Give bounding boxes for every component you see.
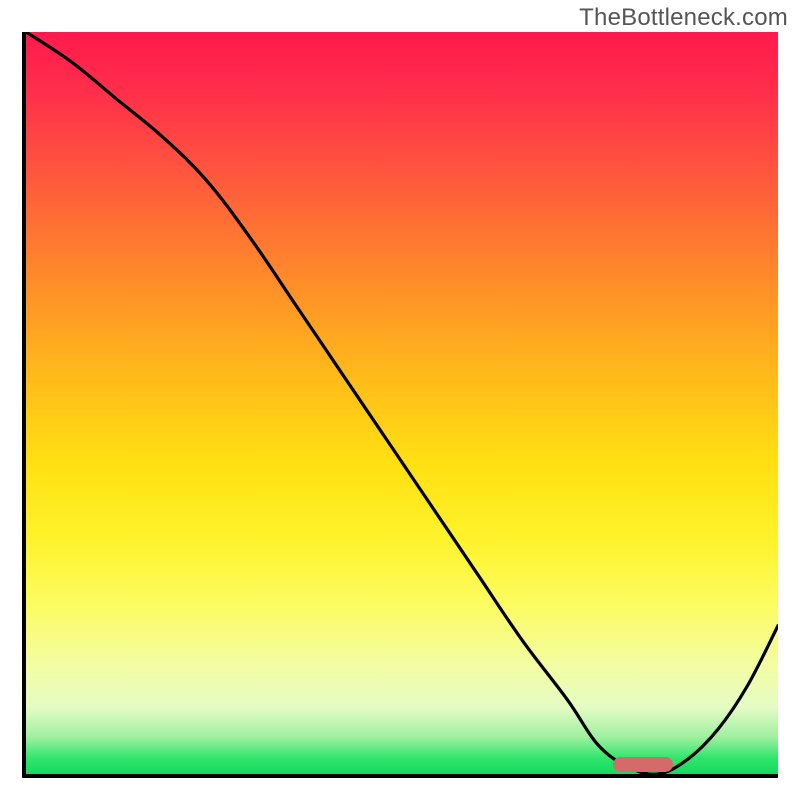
chart-container: TheBottleneck.com xyxy=(0,0,800,800)
optimal-marker xyxy=(613,757,673,772)
watermark-text: TheBottleneck.com xyxy=(579,4,788,32)
bottleneck-curve xyxy=(26,32,778,774)
curve-path xyxy=(26,32,778,774)
plot-area xyxy=(22,32,778,778)
